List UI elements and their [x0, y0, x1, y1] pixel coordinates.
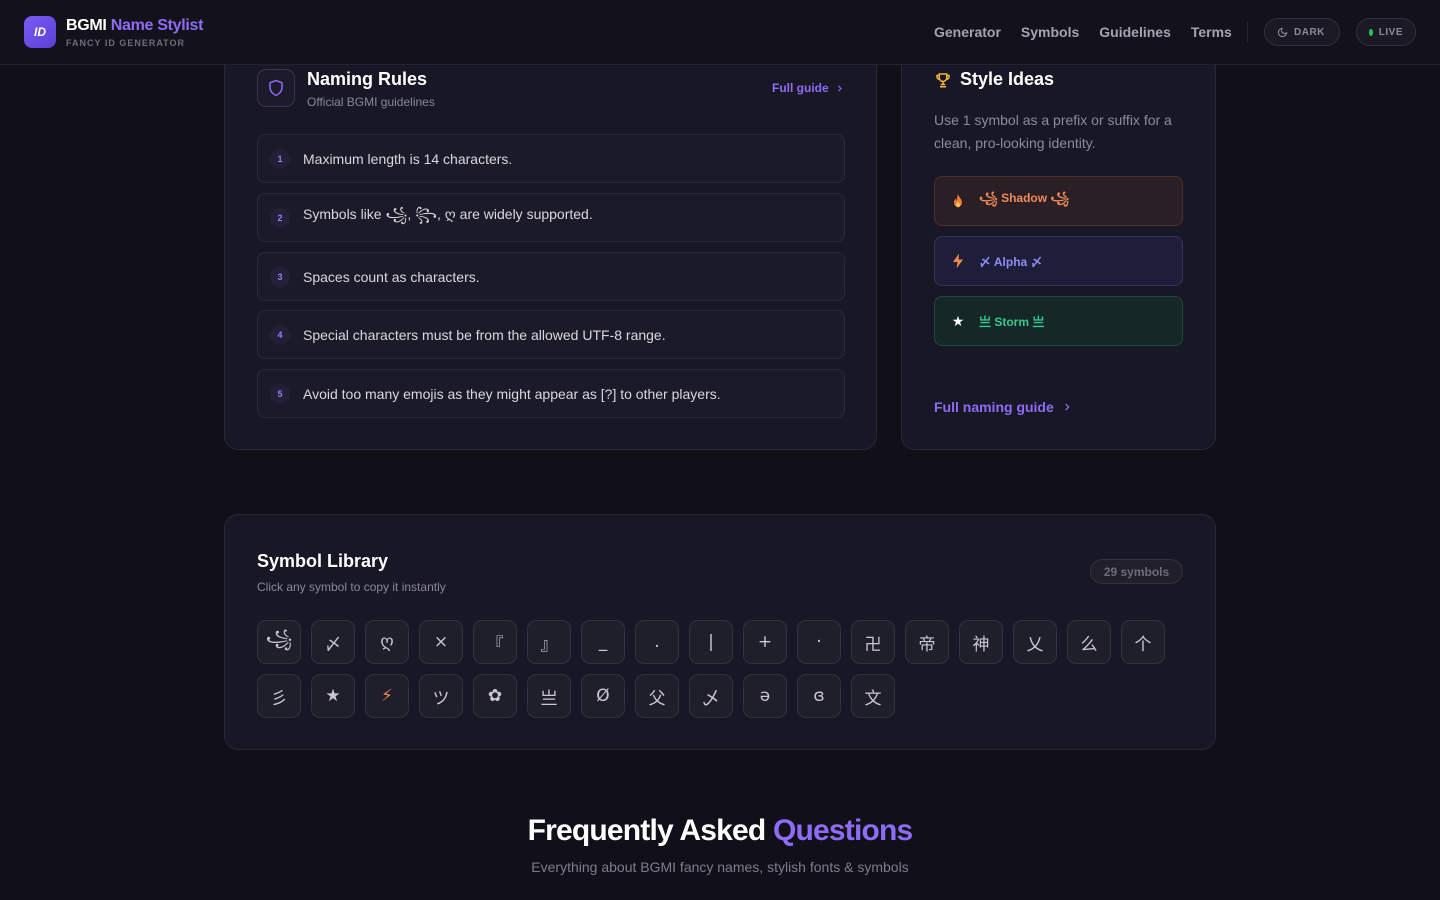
nav-generator[interactable]: Generator	[934, 24, 1001, 40]
style-idea-storm[interactable]: ★ 亗 Storm 亗	[934, 296, 1183, 346]
symbol-button[interactable]: ⚡	[365, 674, 409, 718]
rule-text: Spaces count as characters.	[303, 268, 480, 285]
rule-text: Special characters must be from the allo…	[303, 326, 666, 343]
symbol-button[interactable]: ★	[311, 674, 355, 718]
moon-icon	[1277, 27, 1288, 37]
symbol-button[interactable]: 帝	[905, 620, 949, 664]
symbol-button[interactable]: 文	[851, 674, 895, 718]
brand[interactable]: BGMI Name Stylist FANCY ID GENERATOR	[66, 17, 203, 48]
shield-icon-box	[257, 69, 295, 107]
style-idea-alpha[interactable]: 〆 Alpha 〆	[934, 236, 1183, 286]
rule-number: 5	[270, 383, 290, 404]
symbol-button[interactable]: |	[689, 620, 733, 664]
rule-item: 5 Avoid too many emojis as they might ap…	[257, 369, 845, 418]
symbol-button[interactable]: 『	[473, 620, 517, 664]
symbol-button[interactable]: ɞ	[797, 674, 841, 718]
symbol-library-card: Symbol Library Click any symbol to copy …	[224, 514, 1216, 750]
naming-rules-title: Naming Rules	[307, 69, 428, 89]
faq-title-white: Frequently Asked	[527, 814, 767, 847]
faq-title: Frequently Asked Questions	[0, 814, 1440, 848]
rule-item: 4 Special characters must be from the al…	[257, 310, 845, 359]
symbol-button[interactable]: 父	[635, 674, 679, 718]
lightning-icon	[949, 253, 967, 269]
symbol-button[interactable]: ツ	[419, 674, 463, 718]
rule-number: 4	[270, 324, 290, 345]
style-ideas-title: Style Ideas	[960, 69, 1055, 89]
brand-subtitle: FANCY ID GENERATOR	[66, 38, 186, 48]
logo-badge[interactable]: ID	[24, 16, 56, 48]
symbol-button[interactable]: 卍	[851, 620, 895, 664]
chevron-right-icon	[1065, 403, 1070, 411]
symbol-button[interactable]: .	[635, 620, 679, 664]
chevron-right-icon	[837, 84, 842, 92]
trophy-icon	[936, 72, 950, 87]
style-ideas-card: Style Ideas Use 1 symbol as a prefix or …	[901, 40, 1216, 450]
symbol-button[interactable]: ✿	[473, 674, 517, 718]
faq-subtitle: Everything about BGMI fancy names, styli…	[531, 859, 909, 875]
naming-rules-subtitle: Official BGMI guidelines	[307, 95, 435, 109]
symbol-library-title: Symbol Library	[257, 551, 389, 571]
style-idea-label: 〆 Alpha 〆	[979, 254, 1043, 269]
style-idea-label: 亗 Storm 亗	[979, 314, 1045, 329]
shield-icon	[269, 79, 283, 97]
symbol-library-subtitle: Click any symbol to copy it instantly	[257, 580, 446, 594]
symbol-button[interactable]: ə	[743, 674, 787, 718]
symbol-button[interactable]: ღ	[365, 620, 409, 664]
symbol-button[interactable]: +	[743, 620, 787, 664]
rule-text: Avoid too many emojis as they might appe…	[303, 385, 721, 402]
rule-item: 3 Spaces count as characters.	[257, 252, 845, 301]
top-header: ID BGMI Name Stylist FANCY ID GENERATOR …	[0, 0, 1440, 65]
symbol-button[interactable]: 么	[1067, 620, 1111, 664]
brand-title-part2: Name Stylist	[110, 17, 204, 34]
style-idea-label: ꧁ Shadow ꧁	[979, 191, 1070, 205]
symbol-button[interactable]: _	[581, 620, 625, 664]
nav-symbols[interactable]: Symbols	[1021, 24, 1079, 40]
symbol-button[interactable]: 乄	[689, 674, 733, 718]
rule-number: 3	[270, 266, 290, 287]
live-label: LIVE	[1378, 26, 1403, 38]
style-ideas-description: Use 1 symbol as a prefix or suffix for a…	[934, 112, 1172, 151]
nav-terms[interactable]: Terms	[1191, 24, 1232, 40]
full-guide-label: Full guide	[772, 81, 829, 95]
theme-label: DARK	[1294, 26, 1325, 38]
fire-icon	[949, 193, 967, 209]
symbol-button[interactable]: 神	[959, 620, 1003, 664]
rule-text: Symbols like ꧁, ꧂, ღ are widely supporte…	[303, 206, 593, 222]
symbol-button[interactable]: ꧁	[257, 620, 301, 664]
brand-title: BGMI Name Stylist	[66, 17, 203, 35]
symbol-button[interactable]: 亗	[527, 674, 571, 718]
nav-divider	[1247, 22, 1248, 42]
symbol-button[interactable]: ×	[419, 620, 463, 664]
symbol-button[interactable]: 个	[1121, 620, 1165, 664]
symbol-button[interactable]: 〆	[311, 620, 355, 664]
symbol-button[interactable]: Ø	[581, 674, 625, 718]
rule-item: 1 Maximum length is 14 characters.	[257, 134, 845, 183]
live-status-badge: LIVE	[1356, 18, 1416, 46]
full-guide-link[interactable]: Full guide	[772, 81, 844, 95]
style-idea-shadow[interactable]: ꧁ Shadow ꧁	[934, 176, 1183, 226]
rule-item: 2 Symbols like ꧁, ꧂, ღ are widely suppor…	[257, 193, 845, 242]
full-naming-guide-link[interactable]: Full naming guide	[934, 399, 1072, 415]
style-ideas-header: Style Ideas	[934, 69, 1054, 90]
main-nav: Generator Symbols Guidelines Terms	[934, 24, 1232, 40]
star-icon: ★	[951, 312, 965, 329]
theme-toggle-button[interactable]: DARK	[1264, 18, 1340, 46]
rule-text: Maximum length is 14 characters.	[303, 150, 513, 167]
symbol-button[interactable]: ·	[797, 620, 841, 664]
symbol-grid: ꧁ 〆 ღ × 『』 _. | + · 卍帝神乂么个彡 ★ ⚡ ツ ✿ 亗 Ø 父乄 ə ɞ 文	[257, 620, 1177, 718]
symbol-count-badge: 29 symbols	[1090, 559, 1183, 584]
full-naming-guide-label: Full naming guide	[934, 399, 1054, 415]
symbol-button[interactable]: 』	[527, 620, 571, 664]
symbol-button[interactable]: 乂	[1013, 620, 1057, 664]
faq-title-purple: Questions	[772, 814, 913, 847]
brand-title-part1: BGMI	[66, 17, 107, 34]
symbol-button[interactable]: 彡	[257, 674, 301, 718]
rule-number: 2	[270, 207, 290, 228]
nav-guidelines[interactable]: Guidelines	[1099, 24, 1171, 40]
naming-rules-card: Naming Rules Official BGMI guidelines Fu…	[224, 40, 877, 450]
live-dot-icon	[1369, 28, 1373, 36]
rule-number: 1	[270, 148, 290, 169]
